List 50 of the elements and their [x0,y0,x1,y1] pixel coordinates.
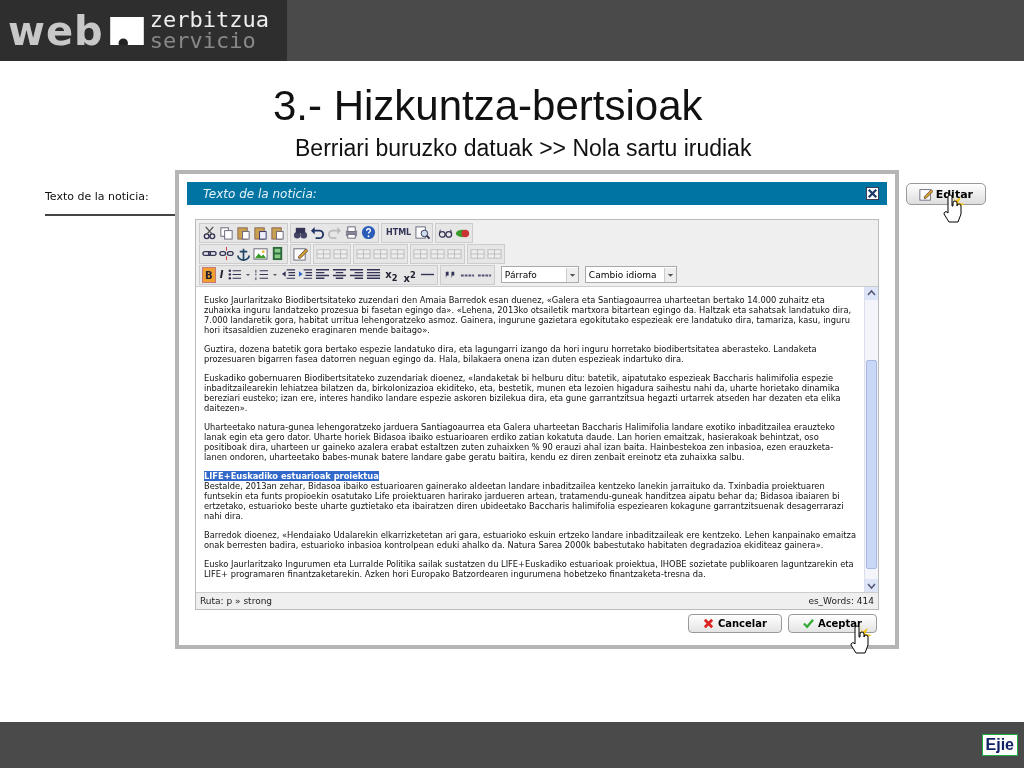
scroll-down-icon[interactable] [865,579,878,593]
dialog-title: Texto de la noticia: [203,186,317,201]
scrollbar-thumb[interactable] [866,360,877,570]
paragraph: Bestalde, 2013an zehar, Bidasoa ibaiko estuarioaren gainerako aldeetan landare inbaditzailea kentzeko lanekin jarraituko da. Txinbadia proiektuaren funtsekin eta funts propioekin osatutako Life proiektuaren harirako jardueren artean, tratamendu-guneak handitzea aipatu behar da; Bidasoa ibaiaren bi ertzetako, estuarioko beste uharte guztietako eta ibairatzen diren ubideetako Baccharis halimifolia espeziearen kokagune garrantzitsuenak desagerrarazi nahi dira. [204,481,845,522]
footer-logo: Ejie [981,734,1018,756]
paragraph: Uharteetako natura-gunea lehengoratzeko jarduera Santiagoaurrea eta Galera uharteetan Baccharis Halimifolia landare exotiko inbaditzailea erauzteko lanak egin eta gero dator. Uharte horiek Bidasoa ibaiko estuarioaren erdiko zatian kokatuta daude. Lan horien emaitzak, hasierakoak behintzat, oso positiboak dira, uharteen ur gaineko azalera erabat estaltzen zuten zuhaixken % 90 erauzi ahal izan baita. Hainbestekoa zen inbasioa, ezen erauzketa-lanen ondoren, uharteetako babes-munak batere landare gabe geratu baitira, kendu ez diren zenbait ereinotz eta zuhaixka salbu. [204,422,836,463]
bold-button[interactable]: B [202,266,216,283]
help-icon[interactable] [361,225,376,241]
slide-subtitle: Berriari buruzko datuak >> Nola sartu irudiak [295,135,752,163]
image-icon[interactable] [253,246,268,262]
magnifier-icon[interactable] [415,225,431,241]
undo-icon[interactable] [310,225,325,241]
clipboard-icon[interactable] [236,225,251,241]
paragraph: Barredok dioenez, «Hendaiako Udalarekin elkarrizketetan ari gara, estuarioko eskuin ertzeko landare inbaditzaileak ere kentzeko. Lehen kanpainako emaitza onak berresten badira, estuarioko inbasioa kontrolpean eduki ahalko da. Natura Sarea 2000k babestutako habitaten degradazioa ekiditeaz gainera». [204,530,856,551]
close-icon[interactable] [866,187,879,201]
accept-button[interactable]: Aceptar [787,614,877,634]
binoculars-icon[interactable] [293,225,308,241]
slide-title: 3.- Hizkuntza-bertsioak [273,83,703,130]
numbered-list-icon[interactable] [254,267,270,283]
pencil-icon [918,187,933,202]
paragraph-heading: LIFE+Euskadiko estuarioak proiektua [204,471,379,482]
word-count: es_Words: 414 [808,596,874,607]
edit-button[interactable]: Editar [905,183,986,206]
anchor-icon[interactable] [236,246,251,262]
element-path: Ruta: p » strong [200,596,273,607]
logo-line: servicio [149,30,257,52]
format-select[interactable]: Párrafo [500,266,579,284]
printer-icon[interactable] [344,225,359,241]
italic-button[interactable]: I [217,266,226,283]
paragraph: Guztira, dozena batetik gora bertako espezie landatuko dira, eta lagungarri izango da hori inguru horretako biodibertsitatea aberasteko. Landaketa prozesuaren bigarren fasea datorren neguan egingo da. Hala, bilakaera onena izan duten espezieak indartuko dira. [204,344,818,365]
language-select[interactable]: Cambio idioma [584,266,677,284]
clipboard-icon[interactable] [270,225,285,241]
scissors-icon[interactable] [202,225,217,241]
html-button[interactable]: HTML [384,224,414,241]
broken-chain-icon[interactable] [219,246,234,262]
cancel-button[interactable]: Cancelar [687,614,782,634]
logo-word: web [8,10,104,51]
film-icon[interactable] [270,246,285,262]
logo-line: zerbitzua [149,9,269,31]
paragraph: Eusko Jaurlaritzako Ingurumen eta Lurralde Politika sailak sustatzen du LIFE+Euskadiko estuarioak proiektua, IHOBE sozietate publikoaren laguntzarekin eta LIFE+ programaren finantzaketarekin. Azken hori Europako Batzordearen ingurumena hobetzeko finantzaketa-tresna da. [204,559,855,580]
superscript-button[interactable]: x$^{2}$ [401,266,418,283]
square-icon [109,16,144,45]
clipboard-icon[interactable] [253,225,268,241]
cross-icon [702,618,714,630]
paragraph: Euskadiko gobernuaren Biodibertsitateko zuzendariak dioenez, «landaketak bi helburu ditu: batetik, aipatutako espezieak Baccharis halimifolia espezie inbaditzailearekin lehiatzea bilatzen da, birkolonizazioa ekiditeko, eta, bestetik, munen eta lezoien higadura saihestu nahi da, uharte horietako dinamika bereziari eusteko; izan ere, interes handiko landare espezie askoren bizilekua dira, eta gune garrantzitsua hegazti urtarrek atseden har dezaten eta elika daitezen». [204,373,842,414]
scroll-up-icon[interactable] [865,287,878,301]
copy-icon[interactable] [219,225,234,241]
paragraph: Eusko Jaurlaritzako Biodibertsitateko zuzendari den Amaia Barredok esan duenez, «Galera eta Santiagoaurrea uharteetan bertako 14.000 zuhaitz eta zuhaixka inguru landatzeko prozesua bi fasetan egingo da». «Lehena, 2013ko otsailetik martxora bitartean egingo da. Haltzak eta sahatsak landatuko dira, 7.000 landaretik gora, habitat urritua lehengoratzeko asmoz. Gainera, ingurune gazietara egokitutako espezieak ere landatuko dira, tamariza, kasu, inguru hori itsasaldien zuzeneko eraginaren mende baitago». [204,295,853,336]
subscript-button[interactable]: x$_{2}$ [383,266,400,283]
checkmark-icon [802,618,814,630]
